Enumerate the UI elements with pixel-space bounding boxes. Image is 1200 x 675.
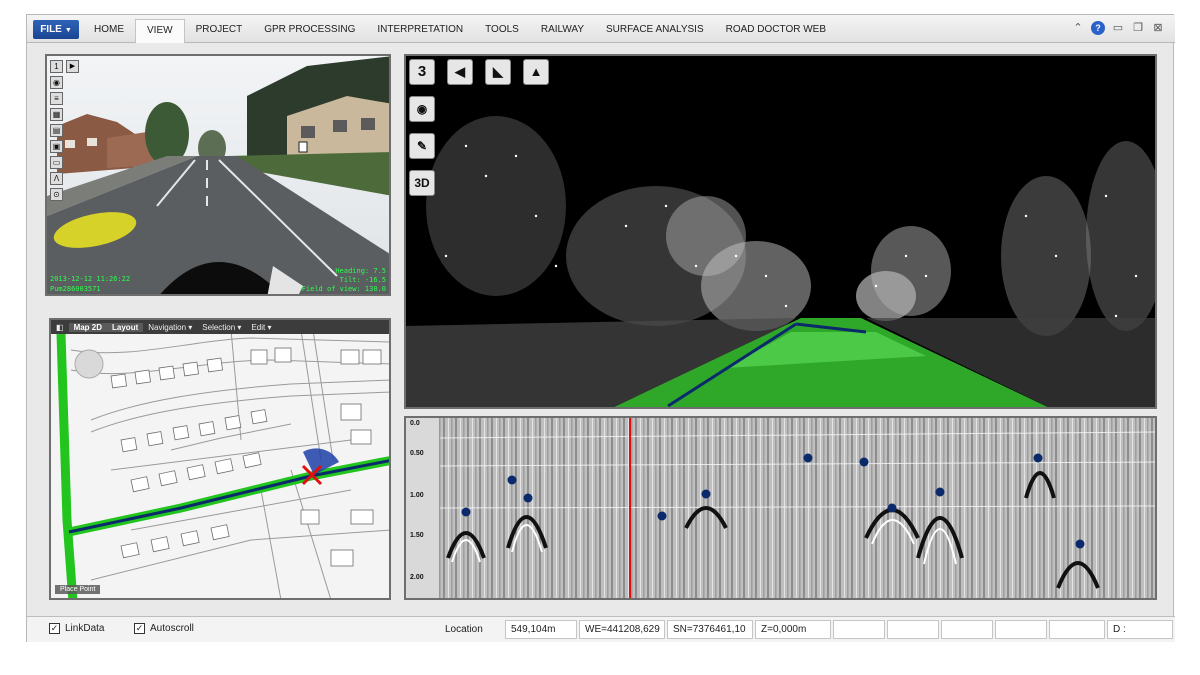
window-controls: ⌃ ? ▭ ❐ ⊠ bbox=[1071, 21, 1165, 35]
map-toolbar: ◧ Map 2D Layout Navigation ▾ Selection ▾… bbox=[51, 320, 389, 334]
view-3-button[interactable]: 3 bbox=[409, 59, 435, 85]
close-icon[interactable]: ⊠ bbox=[1151, 21, 1165, 35]
tab-home[interactable]: HOME bbox=[83, 19, 135, 41]
tab-railway[interactable]: RAILWAY bbox=[530, 19, 595, 41]
ribbon-tabs: HOME VIEW PROJECT GPR PROCESSING INTERPR… bbox=[83, 19, 837, 43]
view-3d-button[interactable]: 3D bbox=[409, 170, 435, 196]
d-field: D : bbox=[1107, 620, 1173, 639]
tab-interpretation[interactable]: INTERPRETATION bbox=[366, 19, 474, 41]
palette-icon[interactable]: ▣ bbox=[50, 140, 63, 153]
settings-icon[interactable]: ⊙ bbox=[50, 188, 63, 201]
status-field-empty bbox=[941, 620, 993, 639]
status-field-empty bbox=[887, 620, 939, 639]
camera-lens-icon[interactable]: ◉ bbox=[409, 96, 435, 122]
grid-icon[interactable]: ▤ bbox=[50, 124, 63, 137]
file-menu-button[interactable]: FILE ▼ bbox=[33, 20, 79, 39]
z-coordinate: Z=0,000m bbox=[755, 620, 831, 639]
photo-fov: Field of view: 130.0 bbox=[301, 285, 386, 293]
location-value: 549,104m bbox=[505, 620, 577, 639]
street-photo bbox=[47, 56, 389, 294]
status-field-empty bbox=[995, 620, 1047, 639]
measure-icon[interactable]: Λ bbox=[50, 172, 63, 185]
we-coordinate: WE=441208,629 bbox=[579, 620, 665, 639]
street-photo-panel[interactable]: 1 ◉ ≡ ▦ ▤ ▣ ▭ Λ ⊙ ▶ 2013-12-12 11:26:22 … bbox=[45, 54, 391, 296]
place-point-button[interactable]: Place Point bbox=[55, 585, 101, 594]
linkdata-label: LinkData bbox=[65, 623, 105, 634]
paint-tool-icon[interactable]: ✎ bbox=[409, 133, 435, 159]
photo-tilt: Tilt: -16.5 bbox=[339, 276, 386, 284]
edit-menu[interactable]: Edit ▾ bbox=[246, 323, 276, 332]
photo-timestamp: 2013-12-12 11:26:22 bbox=[50, 275, 131, 283]
tab-view[interactable]: VIEW bbox=[135, 19, 185, 43]
location-label: Location bbox=[445, 624, 483, 635]
file-menu-label: FILE bbox=[40, 24, 62, 35]
application-window: FILE ▼ HOME VIEW PROJECT GPR PROCESSING I… bbox=[26, 14, 1175, 642]
play-icon[interactable]: ▶ bbox=[66, 60, 79, 73]
point-cloud-view[interactable]: 3 ◀ ◣ ▲ ◉ ✎ 3D bbox=[404, 54, 1157, 409]
sn-coordinate: SN=7376461,10 bbox=[667, 620, 753, 639]
depth-tick: 1.50 bbox=[410, 532, 424, 539]
map-2d-panel[interactable]: ◧ Map 2D Layout Navigation ▾ Selection ▾… bbox=[49, 318, 391, 600]
gpr-radargram[interactable] bbox=[406, 418, 1157, 600]
restore-icon[interactable]: ❐ bbox=[1131, 21, 1145, 35]
autoscroll-label: Autoscroll bbox=[150, 623, 194, 634]
tab-gpr-processing[interactable]: GPR PROCESSING bbox=[253, 19, 366, 41]
checkmark-icon: ✓ bbox=[49, 623, 60, 634]
screen-icon[interactable]: ▭ bbox=[50, 156, 63, 169]
photo-heading: Heading: 7.5 bbox=[335, 267, 386, 275]
depth-axis: 0.0 0.50 1.00 1.50 2.00 bbox=[406, 418, 440, 598]
image-icon[interactable]: ▦ bbox=[50, 108, 63, 121]
status-field-empty bbox=[1049, 620, 1105, 639]
depth-tick: 1.00 bbox=[410, 492, 424, 499]
selection-menu[interactable]: Selection ▾ bbox=[197, 323, 246, 332]
tab-road-doctor-web[interactable]: ROAD DOCTOR WEB bbox=[715, 19, 837, 41]
gpr-profile-panel[interactable]: 0.0 0.50 1.00 1.50 2.00 bbox=[404, 416, 1157, 600]
frame-number-button[interactable]: 1 bbox=[50, 60, 63, 73]
photo-tool-column: 1 ◉ ≡ ▦ ▤ ▣ ▭ Λ ⊙ bbox=[50, 60, 64, 201]
status-bar: ✓ LinkData ✓ Autoscroll Location 549,104… bbox=[27, 616, 1175, 642]
camera-icon[interactable]: ◉ bbox=[50, 76, 63, 89]
tab-layout[interactable]: Layout bbox=[107, 322, 144, 332]
autoscroll-checkbox[interactable]: ✓ Autoscroll bbox=[134, 623, 194, 634]
checkmark-icon: ✓ bbox=[134, 623, 145, 634]
depth-tick: 2.00 bbox=[410, 574, 424, 581]
point-cloud-canvas[interactable] bbox=[406, 56, 1157, 409]
collapse-ribbon-icon[interactable]: ⌃ bbox=[1071, 21, 1085, 35]
ribbon-bar: FILE ▼ HOME VIEW PROJECT GPR PROCESSING I… bbox=[27, 15, 1175, 43]
tab-tools[interactable]: TOOLS bbox=[474, 19, 530, 41]
status-field-empty bbox=[833, 620, 885, 639]
linkdata-checkbox[interactable]: ✓ LinkData bbox=[49, 623, 104, 634]
depth-tick: 0.50 bbox=[410, 450, 424, 457]
tab-surface-analysis[interactable]: SURFACE ANALYSIS bbox=[595, 19, 715, 41]
view-angle-icon[interactable]: ◣ bbox=[485, 59, 511, 85]
caret-down-icon: ▼ bbox=[64, 27, 72, 34]
depth-tick: 0.0 bbox=[410, 420, 420, 427]
help-icon[interactable]: ? bbox=[1091, 21, 1105, 35]
map-canvas[interactable] bbox=[51, 320, 391, 600]
layers-icon[interactable]: ≡ bbox=[50, 92, 63, 105]
panel-toggle-icon[interactable]: ◧ bbox=[51, 323, 69, 332]
view-left-icon[interactable]: ◀ bbox=[447, 59, 473, 85]
view-cone-icon[interactable]: ▲ bbox=[523, 59, 549, 85]
tab-map-2d[interactable]: Map 2D bbox=[68, 322, 108, 332]
tab-project[interactable]: PROJECT bbox=[185, 19, 254, 41]
minimize-icon[interactable]: ▭ bbox=[1111, 21, 1125, 35]
navigation-menu[interactable]: Navigation ▾ bbox=[143, 323, 197, 332]
photo-frame-id: Pum286003571 bbox=[50, 285, 101, 293]
